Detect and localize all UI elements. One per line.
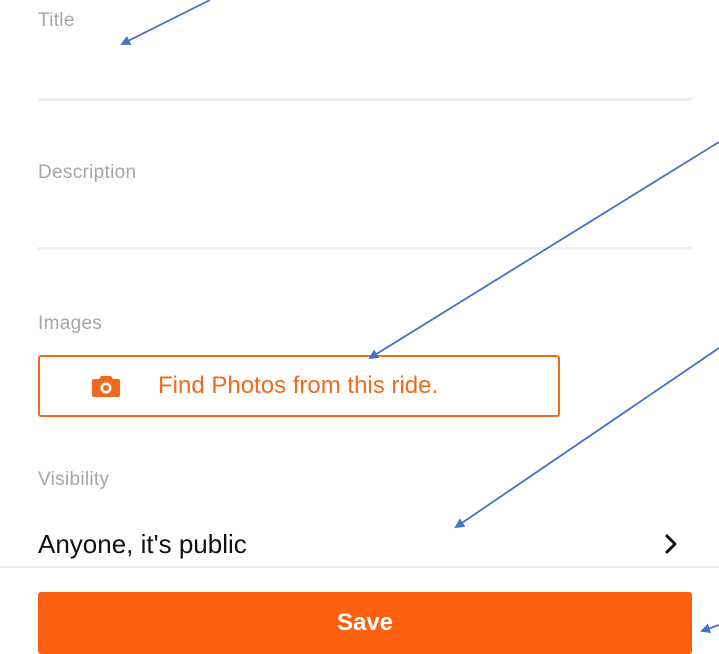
title-input[interactable] [38,52,692,92]
description-label: Description [38,162,137,183]
description-divider [38,247,692,250]
find-photos-label: Find Photos from this ride. [158,372,439,399]
chevron-right-icon [664,534,680,554]
annotation-arrow-title [120,0,211,45]
title-label: Title [38,10,75,31]
visibility-selector[interactable]: Anyone, it's public [38,520,692,568]
annotation-arrow-photos [368,141,719,360]
visibility-value: Anyone, it's public [38,528,247,559]
description-input[interactable] [38,200,692,240]
title-divider [38,98,692,101]
edit-activity-form: Title Description Images Find Photos fro… [0,0,719,654]
visibility-label: Visibility [38,469,110,490]
images-label: Images [38,313,103,334]
camera-icon [92,374,120,398]
save-button[interactable]: Save [38,592,692,654]
find-photos-button[interactable]: Find Photos from this ride. [38,355,560,417]
